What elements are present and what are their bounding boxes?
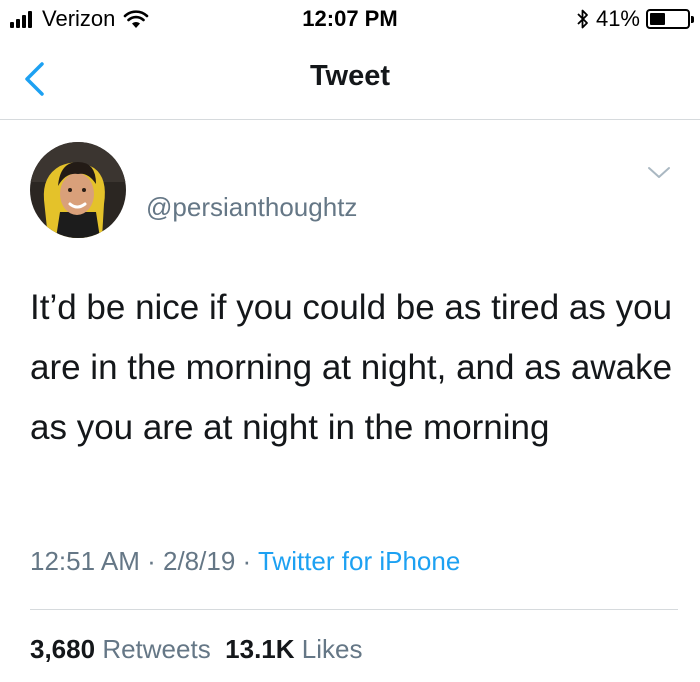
tweet-stats: 3,680 Retweets 13.1K Likes [30,634,362,665]
likes-count: 13.1K [225,634,295,664]
tweet-screen: Verizon 12:07 PM 41% Tweet @persianthoug… [0,0,700,682]
meta-separator: · [147,546,156,576]
tweet-source-link[interactable]: Twitter for iPhone [258,546,460,576]
nav-bar: Tweet [0,38,700,120]
avatar-image [30,142,126,238]
likes-stat[interactable]: 13.1K Likes [225,634,362,664]
retweets-label: Retweets [102,634,211,664]
battery-fill [650,13,665,25]
divider [30,609,678,610]
tweet-meta: 12:51 AM · 2/8/19 · Twitter for iPhone [30,546,460,577]
chevron-down-icon[interactable] [646,164,672,182]
tweet-time: 12:51 AM [30,546,140,576]
likes-label: Likes [301,634,363,664]
retweets-count: 3,680 [30,634,96,664]
battery-percent: 41% [595,6,640,31]
page-title: Tweet [309,60,391,92]
status-bar-right: 41% [576,6,694,32]
meta-separator: · [242,546,252,576]
status-bar: Verizon 12:07 PM 41% [0,0,700,38]
battery-nub [691,16,694,23]
tweet-text: It’d be nice if you could be as tired as… [30,288,673,447]
user-handle[interactable]: @persianthoughtz [146,192,357,223]
tweet-date: 2/8/19 [163,546,236,576]
retweets-stat[interactable]: 3,680 Retweets [30,634,211,664]
battery-icon [646,9,694,29]
bluetooth-icon [577,9,588,29]
avatar[interactable] [30,142,126,238]
